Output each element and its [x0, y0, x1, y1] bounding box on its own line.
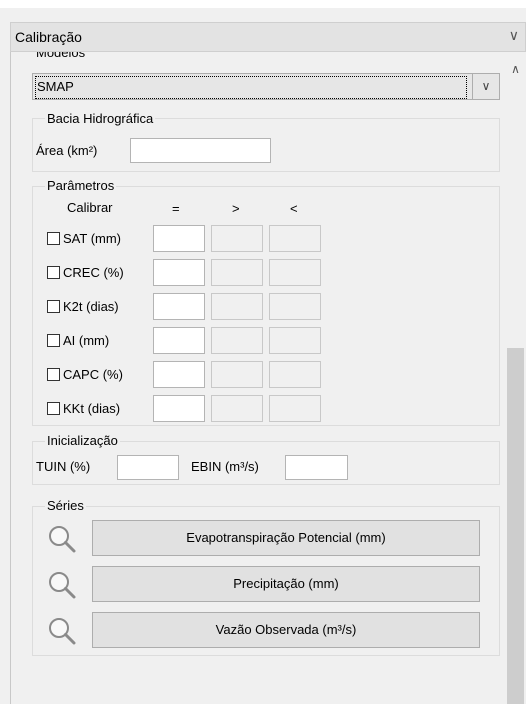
ai-gt-input [211, 327, 263, 354]
vazao-observada-button[interactable]: Vazão Observada (m³/s) [92, 612, 480, 648]
magnifier-icon[interactable] [46, 523, 78, 555]
col-calibrar: Calibrar [67, 200, 113, 215]
chevron-down-icon[interactable]: ∨ [472, 74, 499, 99]
k2t-label: K2t (dias) [63, 299, 119, 314]
evapotranspiracao-button[interactable]: Evapotranspiração Potencial (mm) [92, 520, 480, 556]
crec-label: CREC (%) [63, 265, 124, 280]
col-equal: = [172, 201, 180, 216]
kkt-lt-input [269, 395, 321, 422]
crec-eq-input[interactable] [153, 259, 205, 286]
kkt-checkbox[interactable] [47, 402, 60, 415]
k2t-eq-input[interactable] [153, 293, 205, 320]
col-less: < [290, 201, 298, 216]
crec-gt-input [211, 259, 263, 286]
sat-lt-input [269, 225, 321, 252]
crec-lt-input [269, 259, 321, 286]
area-input[interactable] [130, 138, 271, 163]
precipitacao-button[interactable]: Precipitação (mm) [92, 566, 480, 602]
series-title: Séries [45, 498, 86, 513]
ai-eq-input[interactable] [153, 327, 205, 354]
area-label: Área (km²) [36, 143, 98, 158]
ai-checkbox[interactable] [47, 334, 60, 347]
k2t-gt-input [211, 293, 263, 320]
section-header[interactable]: Calibração ∨ [10, 22, 526, 52]
sat-checkbox[interactable] [47, 232, 60, 245]
modelos-label: Modelos [36, 52, 86, 60]
magnifier-icon[interactable] [46, 615, 78, 647]
top-strip [0, 0, 526, 8]
ebin-label: EBIN (m³/s) [191, 459, 259, 474]
kkt-gt-input [211, 395, 263, 422]
tuin-label: TUIN (%) [36, 459, 91, 474]
col-greater: > [232, 201, 240, 216]
k2t-lt-input [269, 293, 321, 320]
ai-label: AI (mm) [63, 333, 110, 348]
focus-rect [35, 76, 467, 99]
scrollbar-thumb[interactable] [507, 348, 524, 704]
section-title: Calibração [15, 29, 82, 45]
scroll-up-icon[interactable]: ∧ [505, 62, 526, 80]
inicializacao-title: Inicialização [45, 433, 120, 448]
capc-checkbox[interactable] [47, 368, 60, 381]
kkt-label: KKt (dias) [63, 401, 121, 416]
crec-checkbox[interactable] [47, 266, 60, 279]
parametros-title: Parâmetros [45, 178, 117, 193]
model-select[interactable]: SMAP ∨ [32, 73, 500, 100]
ebin-input[interactable] [285, 455, 348, 480]
k2t-checkbox[interactable] [47, 300, 60, 313]
capc-gt-input [211, 361, 263, 388]
ai-lt-input [269, 327, 321, 354]
magnifier-icon[interactable] [46, 569, 78, 601]
chevron-down-icon[interactable]: ∨ [509, 27, 519, 44]
kkt-eq-input[interactable] [153, 395, 205, 422]
capc-lt-input [269, 361, 321, 388]
model-select-value: SMAP [37, 79, 74, 94]
sat-eq-input[interactable] [153, 225, 205, 252]
sat-gt-input [211, 225, 263, 252]
bacia-title: Bacia Hidrográfica [45, 111, 156, 126]
capc-eq-input[interactable] [153, 361, 205, 388]
sat-label: SAT (mm) [63, 231, 122, 246]
tuin-input[interactable] [117, 455, 179, 480]
capc-label: CAPC (%) [63, 367, 123, 382]
